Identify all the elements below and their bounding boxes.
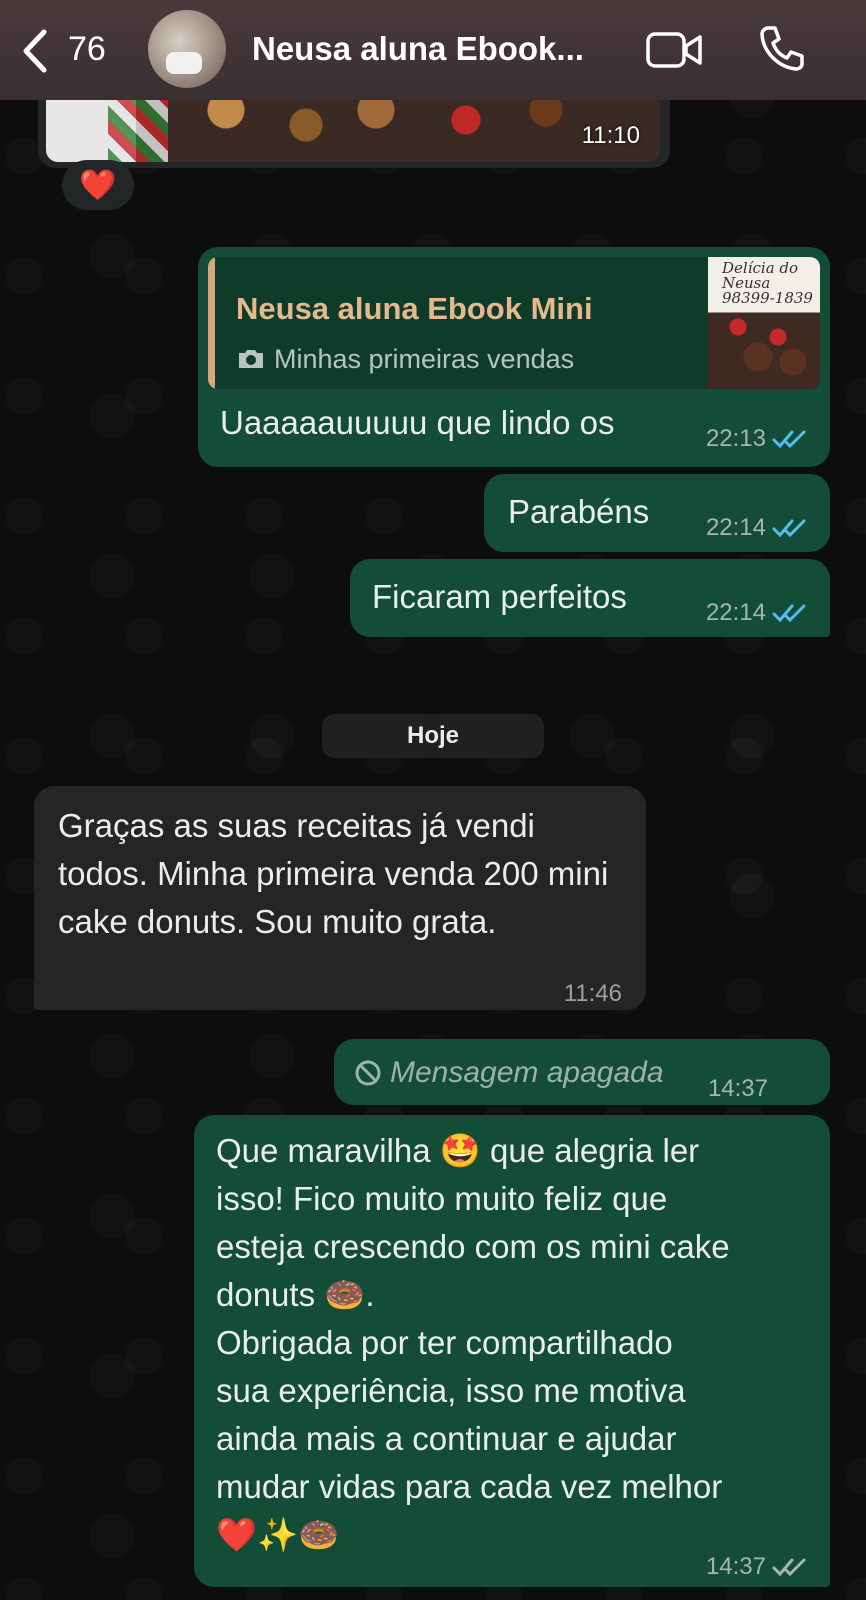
- message-text: Que maravilha 🤩 que alegria ler isso! Fi…: [216, 1132, 730, 1553]
- delivered-ticks-icon: [772, 1558, 806, 1577]
- unread-count[interactable]: 76: [68, 30, 106, 69]
- deleted-label: Mensagem apagada: [390, 1056, 664, 1089]
- quoted-sender: Neusa aluna Ebook Mini: [236, 291, 593, 326]
- date-separator: Hoje: [322, 714, 544, 758]
- quoted-text: Minhas primeiras vendas: [274, 344, 575, 374]
- message-time: 22:14: [705, 514, 766, 541]
- message-text: Parabéns: [508, 493, 650, 530]
- message-time: 14:37: [705, 1553, 766, 1580]
- read-ticks-icon: [772, 604, 806, 623]
- message-time: 22:14: [705, 599, 766, 626]
- deleted-message-bubble[interactable]: Mensagem apagada 14:37: [334, 1039, 830, 1105]
- message-text: Uaaaaauuuuu que lindo os: [220, 404, 615, 441]
- read-ticks-icon: [772, 519, 806, 538]
- message-time: 11:46: [563, 980, 622, 1007]
- quoted-message[interactable]: Neusa aluna Ebook Mini Minhas primeiras …: [208, 257, 820, 389]
- contact-avatar[interactable]: [148, 10, 226, 88]
- phone-call-icon[interactable]: [758, 24, 804, 72]
- message-bubble[interactable]: Parabéns 22:14: [484, 474, 830, 552]
- quoted-thumbnail: Delícia do Neusa 98399-1839: [708, 257, 820, 389]
- message-time: 11:10: [581, 122, 640, 149]
- message-time: 14:37: [707, 1075, 768, 1102]
- camera-icon: [239, 350, 263, 368]
- video-call-icon[interactable]: [646, 30, 702, 70]
- message-time: 22:13: [705, 425, 766, 452]
- message-bubble[interactable]: Ficaram perfeitos 22:14: [350, 559, 830, 637]
- read-ticks-icon: [772, 430, 806, 449]
- incoming-message-bubble[interactable]: Graças as suas receitas já vendi todos. …: [34, 786, 646, 1010]
- back-chevron-icon[interactable]: [16, 26, 56, 76]
- heart-reaction[interactable]: ❤️: [62, 160, 134, 210]
- long-message-bubble[interactable]: Que maravilha 🤩 que alegria ler isso! Fi…: [194, 1115, 830, 1587]
- reply-message-bubble[interactable]: Neusa aluna Ebook Mini Minhas primeiras …: [198, 247, 830, 467]
- contact-name[interactable]: Neusa aluna Ebook...: [252, 30, 584, 68]
- message-text: Ficaram perfeitos: [372, 578, 627, 615]
- chat-header: 76 Neusa aluna Ebook...: [0, 0, 866, 100]
- message-text: Graças as suas receitas já vendi todos. …: [58, 807, 609, 940]
- blocked-icon: [355, 1060, 381, 1086]
